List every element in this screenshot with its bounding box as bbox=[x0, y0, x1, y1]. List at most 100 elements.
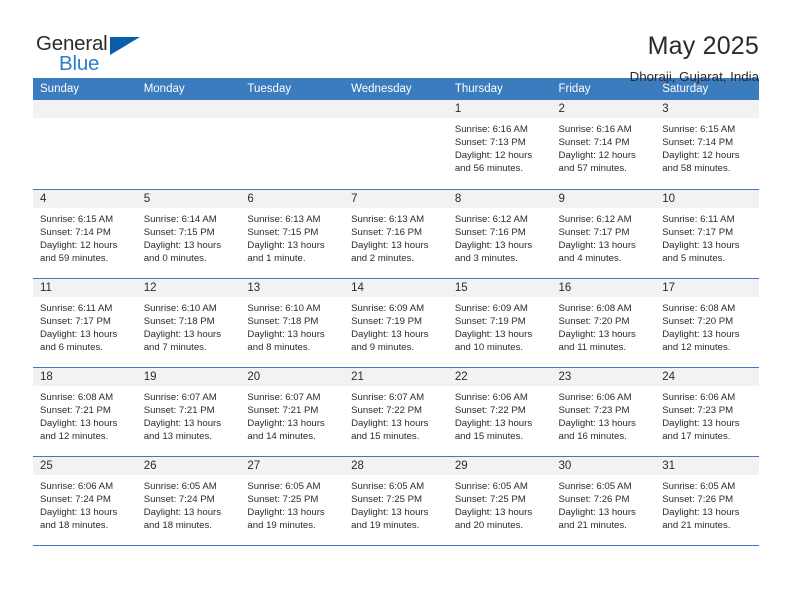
day-detail-line: Sunset: 7:16 PM bbox=[454, 226, 526, 238]
day-number: 25 bbox=[33, 456, 137, 475]
day-cell-inner: 1 Sunrise: 6:16 AM Sunset: 7:13 PM Daylight… bbox=[447, 100, 552, 189]
day-cell[interactable]: 12 Sunrise: 6:10 AM Sunset: 7:18 PM Dayligh… bbox=[136, 278, 241, 368]
day-detail-line: and 59 minutes. bbox=[40, 252, 109, 264]
day-detail-line: Sunset: 7:24 PM bbox=[40, 493, 111, 505]
day-cell-inner: 13 Sunrise: 6:10 AM Sunset: 7:18 PM Dayligh… bbox=[240, 278, 345, 367]
day-detail-line: and 8 minutes. bbox=[247, 341, 311, 353]
day-cell[interactable]: 2 Sunrise: 6:16 AM Sunset: 7:14 PM Daylight… bbox=[551, 100, 656, 190]
day-detail-line: and 19 minutes. bbox=[351, 519, 420, 531]
day-detail-line: and 17 minutes. bbox=[662, 430, 731, 442]
day-cell-inner: 15 Sunrise: 6:09 AM Sunset: 7:19 PM Dayligh… bbox=[447, 278, 552, 367]
day-detail-line: Daylight: 13 hours bbox=[40, 417, 118, 429]
day-cell[interactable]: 16 Sunrise: 6:08 AM Sunset: 7:20 PM Dayligh… bbox=[551, 278, 656, 368]
day-cell[interactable]: 28 Sunrise: 6:05 AM Sunset: 7:25 PM Dayligh… bbox=[344, 456, 448, 546]
day-cell[interactable]: 13 Sunrise: 6:10 AM Sunset: 7:18 PM Dayligh… bbox=[240, 278, 345, 368]
day-cell[interactable]: 14 Sunrise: 6:09 AM Sunset: 7:19 PM Dayligh… bbox=[344, 278, 448, 368]
day-detail-line: Sunset: 7:19 PM bbox=[454, 315, 526, 327]
day-number: 18 bbox=[33, 367, 137, 386]
day-cell-inner: 8 Sunrise: 6:12 AM Sunset: 7:16 PM Daylight… bbox=[447, 189, 552, 278]
day-number: 10 bbox=[655, 189, 759, 208]
day-sun-details: Sunrise: 6:06 AM Sunset: 7:24 PM Daylight:… bbox=[33, 475, 137, 532]
day-detail-line: and 5 minutes. bbox=[662, 252, 726, 264]
day-cell[interactable]: 8 Sunrise: 6:12 AM Sunset: 7:16 PM Daylight… bbox=[447, 189, 552, 279]
day-cell[interactable]: 11 Sunrise: 6:11 AM Sunset: 7:17 PM Dayligh… bbox=[33, 278, 137, 368]
day-detail-line: and 57 minutes. bbox=[558, 163, 627, 175]
day-sun-details: Sunrise: 6:07 AM Sunset: 7:21 PM Daylight:… bbox=[240, 386, 344, 443]
day-cell[interactable]: 6 Sunrise: 6:13 AM Sunset: 7:15 PM Daylight… bbox=[240, 189, 345, 279]
day-number: 22 bbox=[447, 367, 552, 386]
day-sun-details: Sunrise: 6:13 AM Sunset: 7:15 PM Daylight:… bbox=[240, 208, 344, 265]
day-detail-line: Sunset: 7:25 PM bbox=[247, 493, 319, 505]
day-number: 2 bbox=[551, 100, 656, 118]
day-sun-details: Sunrise: 6:05 AM Sunset: 7:26 PM Daylight:… bbox=[655, 475, 759, 532]
day-detail-line: and 19 minutes. bbox=[247, 519, 316, 531]
day-number: 20 bbox=[240, 367, 345, 386]
day-detail-line: and 15 minutes. bbox=[351, 430, 420, 442]
day-cell-empty bbox=[136, 100, 241, 190]
day-cell[interactable]: 31 Sunrise: 6:05 AM Sunset: 7:26 PM Dayligh… bbox=[655, 456, 759, 546]
day-cell-inner bbox=[136, 100, 241, 189]
logo-text-blue: Blue bbox=[59, 52, 100, 75]
day-detail-line: Sunset: 7:15 PM bbox=[247, 226, 319, 238]
day-detail-line: Sunrise: 6:05 AM bbox=[454, 480, 528, 492]
day-sun-details: Sunrise: 6:05 AM Sunset: 7:25 PM Daylight:… bbox=[344, 475, 448, 532]
day-detail-line: Daylight: 13 hours bbox=[351, 328, 429, 340]
day-cell[interactable]: 22 Sunrise: 6:06 AM Sunset: 7:22 PM Dayligh… bbox=[447, 367, 552, 457]
day-sun-details: Sunrise: 6:16 AM Sunset: 7:13 PM Daylight:… bbox=[448, 118, 552, 175]
day-detail-line: Sunrise: 6:11 AM bbox=[40, 302, 113, 314]
day-detail-line: Daylight: 13 hours bbox=[40, 506, 118, 518]
day-number: 5 bbox=[136, 189, 241, 208]
day-number: 11 bbox=[33, 278, 137, 297]
day-cell[interactable]: 25 Sunrise: 6:06 AM Sunset: 7:24 PM Dayligh… bbox=[33, 456, 137, 546]
day-cell[interactable]: 29 Sunrise: 6:05 AM Sunset: 7:25 PM Dayligh… bbox=[447, 456, 552, 546]
general-blue-logo[interactable]: General Blue bbox=[33, 31, 153, 83]
day-cell[interactable]: 20 Sunrise: 6:07 AM Sunset: 7:21 PM Dayligh… bbox=[240, 367, 345, 457]
day-detail-line: Daylight: 13 hours bbox=[351, 239, 429, 251]
day-number: 3 bbox=[655, 100, 759, 118]
day-cell[interactable]: 3 Sunrise: 6:15 AM Sunset: 7:14 PM Daylight… bbox=[655, 100, 759, 190]
day-cell-empty bbox=[33, 100, 137, 190]
day-cell[interactable]: 9 Sunrise: 6:12 AM Sunset: 7:17 PM Daylight… bbox=[551, 189, 656, 279]
day-detail-line: Sunrise: 6:16 AM bbox=[454, 124, 528, 135]
day-detail-line: and 11 minutes. bbox=[558, 341, 627, 353]
calendar-grid: Sunday Monday Tuesday Wednesday Thursday Frid… bbox=[33, 78, 759, 546]
day-detail-line: Daylight: 12 hours bbox=[40, 239, 118, 251]
day-cell[interactable]: 30 Sunrise: 6:05 AM Sunset: 7:26 PM Dayligh… bbox=[551, 456, 656, 546]
day-cell[interactable]: 19 Sunrise: 6:07 AM Sunset: 7:21 PM Dayligh… bbox=[136, 367, 241, 457]
day-detail-line: Sunrise: 6:06 AM bbox=[662, 391, 736, 403]
day-number bbox=[240, 100, 345, 118]
day-detail-line: and 13 minutes. bbox=[143, 430, 212, 442]
day-cell[interactable]: 10 Sunrise: 6:11 AM Sunset: 7:17 PM Dayligh… bbox=[655, 189, 759, 279]
day-detail-line: Sunrise: 6:08 AM bbox=[558, 302, 632, 314]
day-sun-details: Sunrise: 6:12 AM Sunset: 7:17 PM Daylight:… bbox=[552, 208, 656, 265]
day-detail-line: and 20 minutes. bbox=[454, 519, 524, 531]
day-cell-inner: 11 Sunrise: 6:11 AM Sunset: 7:17 PM Dayligh… bbox=[33, 278, 137, 367]
day-detail-line: Sunset: 7:24 PM bbox=[143, 493, 215, 505]
day-cell[interactable]: 1 Sunrise: 6:16 AM Sunset: 7:13 PM Daylight… bbox=[447, 100, 552, 190]
day-cell[interactable]: 26 Sunrise: 6:05 AM Sunset: 7:24 PM Dayligh… bbox=[136, 456, 241, 546]
day-cell-inner: 9 Sunrise: 6:12 AM Sunset: 7:17 PM Daylight… bbox=[551, 189, 656, 278]
day-number: 17 bbox=[655, 278, 759, 297]
day-cell-inner: 28 Sunrise: 6:05 AM Sunset: 7:25 PM Dayligh… bbox=[344, 456, 448, 545]
calendar-body: 1 Sunrise: 6:16 AM Sunset: 7:13 PM Daylight… bbox=[33, 100, 759, 546]
day-number: 8 bbox=[447, 189, 552, 208]
day-cell[interactable]: 27 Sunrise: 6:05 AM Sunset: 7:25 PM Dayligh… bbox=[240, 456, 345, 546]
day-sun-details: Sunrise: 6:15 AM Sunset: 7:14 PM Daylight:… bbox=[655, 118, 759, 175]
day-detail-line: and 4 minutes. bbox=[558, 252, 622, 264]
day-number: 13 bbox=[240, 278, 345, 297]
day-detail-line: and 12 minutes. bbox=[40, 430, 109, 442]
day-detail-line: Sunset: 7:15 PM bbox=[143, 226, 215, 238]
day-cell[interactable]: 4 Sunrise: 6:15 AM Sunset: 7:14 PM Daylight… bbox=[33, 189, 137, 279]
day-detail-line: Sunset: 7:20 PM bbox=[558, 315, 630, 327]
day-detail-line: Daylight: 12 hours bbox=[558, 150, 636, 162]
day-cell[interactable]: 21 Sunrise: 6:07 AM Sunset: 7:22 PM Dayligh… bbox=[344, 367, 448, 457]
day-cell[interactable]: 24 Sunrise: 6:06 AM Sunset: 7:23 PM Dayligh… bbox=[655, 367, 759, 457]
day-sun-details bbox=[240, 118, 344, 123]
day-detail-line: Sunrise: 6:11 AM bbox=[662, 213, 735, 225]
day-cell[interactable]: 7 Sunrise: 6:13 AM Sunset: 7:16 PM Daylight… bbox=[344, 189, 448, 279]
day-cell[interactable]: 23 Sunrise: 6:06 AM Sunset: 7:23 PM Dayligh… bbox=[551, 367, 656, 457]
day-cell[interactable]: 17 Sunrise: 6:08 AM Sunset: 7:20 PM Dayligh… bbox=[655, 278, 759, 368]
day-cell[interactable]: 18 Sunrise: 6:08 AM Sunset: 7:21 PM Dayligh… bbox=[33, 367, 137, 457]
day-cell[interactable]: 15 Sunrise: 6:09 AM Sunset: 7:19 PM Dayligh… bbox=[447, 278, 552, 368]
day-cell[interactable]: 5 Sunrise: 6:14 AM Sunset: 7:15 PM Daylight… bbox=[136, 189, 241, 279]
